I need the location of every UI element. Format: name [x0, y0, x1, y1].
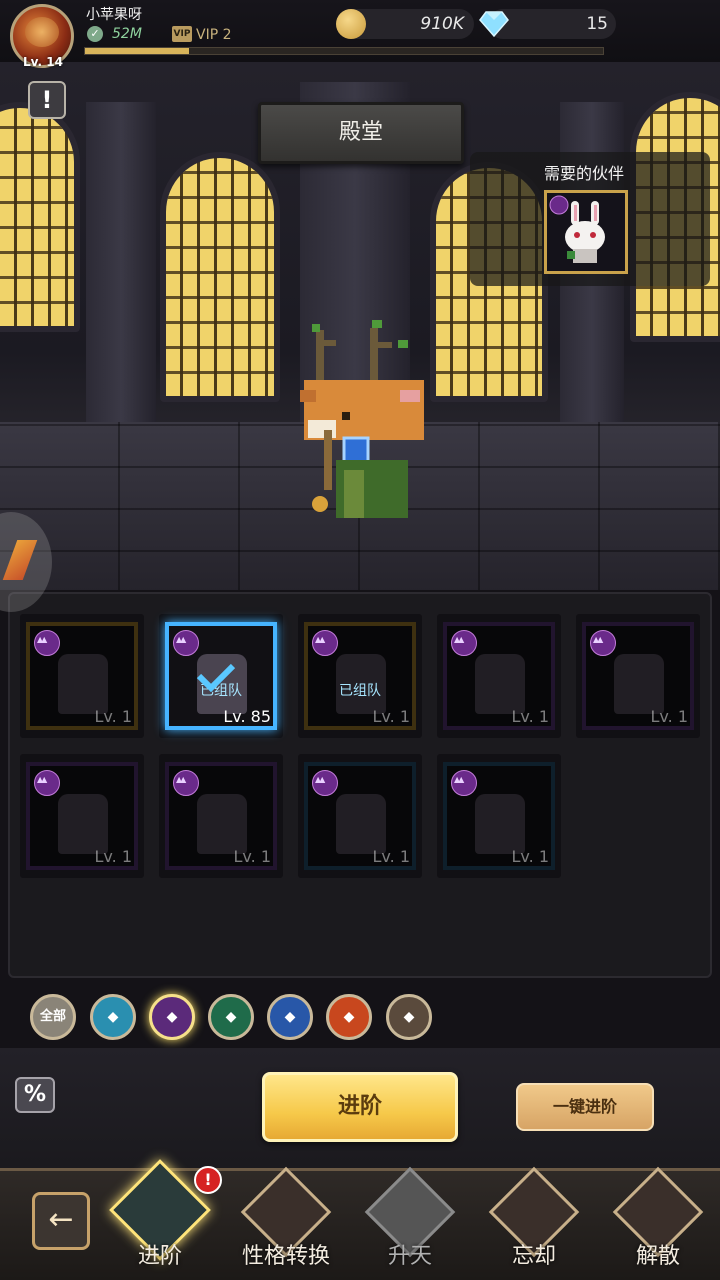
advance-button[interactable]: 进阶 [262, 1072, 458, 1142]
temple-window [0, 102, 80, 332]
alert-button[interactable]: ! [28, 81, 66, 119]
xp-bar-fill [85, 48, 189, 54]
faction-icon [312, 630, 338, 656]
coin-icon [336, 9, 366, 39]
player-power: 52M [112, 26, 142, 42]
gem-amount: 15 [586, 14, 608, 34]
hero-deer-sprite [300, 320, 424, 518]
player-level: Lv. 14 [23, 55, 63, 69]
notification-badge: ! [194, 1166, 222, 1194]
xp-bar [84, 47, 604, 55]
anchor-faction-icon: ◆ [284, 1009, 296, 1025]
nav-label: 进阶 [137, 1244, 182, 1269]
nav-label: 升天 [387, 1244, 432, 1269]
partner-level: Lv. 1 [511, 847, 550, 866]
temple-pillar [86, 102, 156, 422]
needed-partner-card[interactable] [544, 190, 628, 274]
power-icon: ✓ [87, 26, 103, 42]
nav-item-advance[interactable]: ! 进阶 [109, 1159, 222, 1278]
filter-anchor-faction-icon[interactable]: ◆ [267, 994, 313, 1040]
coin-amount: 910K [420, 14, 464, 34]
partner-card[interactable]: Lv. 1 [298, 754, 422, 878]
partner-level: Lv. 85 [223, 707, 271, 726]
filter-tree-faction-icon[interactable]: ◆ [208, 994, 254, 1040]
partner-level: Lv. 1 [650, 707, 689, 726]
partner-card[interactable]: Lv. 85已组队 [159, 614, 283, 738]
crown-faction-icon: ◆ [107, 1009, 119, 1025]
player-name: 小苹果呀 [86, 7, 142, 23]
faction-filter-bar: 全部 ◆ ◆ ◆ ◆ ◆ ◆ [0, 982, 720, 1050]
faction-icon [590, 630, 616, 656]
nav-item-forget[interactable]: 忘却 [484, 1166, 584, 1278]
check-icon [196, 663, 235, 692]
dragon-faction-icon: ◆ [343, 1009, 355, 1025]
needed-partner-title: 需要的伙伴 [544, 164, 625, 183]
partner-level: Lv. 1 [94, 847, 133, 866]
team-status: 已组队 [339, 683, 381, 699]
partner-level: Lv. 1 [372, 707, 411, 726]
nav-item-dismiss[interactable]: 解散 [608, 1166, 708, 1278]
filter-crown-faction-icon[interactable]: ◆ [90, 994, 136, 1040]
nav-item-ascend[interactable]: 升天 [360, 1166, 460, 1278]
partner-level: Lv. 1 [372, 847, 411, 866]
scene-title: 殿堂 [338, 120, 383, 145]
filter-eye-faction-icon[interactable]: ◆ [386, 994, 432, 1040]
faction-icon [451, 770, 477, 796]
one-key-advance-button[interactable]: 一键进阶 [516, 1083, 654, 1131]
partner-card[interactable]: Lv. 1 已组队 [298, 614, 422, 738]
partner-card[interactable]: Lv. 1 [437, 614, 561, 738]
gem-icon [479, 11, 509, 38]
faction-icon [34, 770, 60, 796]
partner-card[interactable]: Lv. 1 [437, 754, 561, 878]
partner-level: Lv. 1 [94, 707, 133, 726]
nav-label: 解散 [635, 1244, 680, 1269]
temple-window [160, 152, 280, 402]
partner-card[interactable]: Lv. 1 [20, 614, 144, 738]
faction-icon [34, 630, 60, 656]
nav-label: 忘却 [511, 1244, 556, 1269]
filter-spear-faction-icon[interactable]: ◆ [149, 994, 195, 1040]
rabbit-partner-icon [549, 195, 605, 263]
vip-level: VIP 2 [196, 27, 232, 43]
nav-item-personality-swap[interactable]: 性格转换 [236, 1166, 336, 1278]
percent-info-button[interactable]: % [15, 1077, 55, 1113]
eye-faction-icon: ◆ [403, 1009, 415, 1025]
scene-title-plate: 殿堂 [258, 102, 464, 164]
faction-icon [173, 770, 199, 796]
filter-label: 全部 [39, 1009, 66, 1024]
partner-card[interactable]: Lv. 1 [159, 754, 283, 878]
partner-card[interactable]: Lv. 1 [576, 614, 700, 738]
faction-icon [312, 770, 338, 796]
tree-faction-icon: ◆ [225, 1009, 237, 1025]
vip-icon: VIP [172, 26, 192, 42]
spear-faction-icon: ◆ [166, 1009, 178, 1025]
filter-all-icon[interactable]: 全部 [30, 994, 76, 1040]
faction-icon [451, 630, 477, 656]
faction-icon [173, 630, 199, 656]
nav-label: 性格转换 [241, 1244, 330, 1269]
partner-level: Lv. 1 [511, 707, 550, 726]
filter-dragon-faction-icon[interactable]: ◆ [326, 994, 372, 1040]
partner-level: Lv. 1 [233, 847, 272, 866]
partner-card[interactable]: Lv. 1 [20, 754, 144, 878]
back-button[interactable]: ← [32, 1192, 90, 1250]
